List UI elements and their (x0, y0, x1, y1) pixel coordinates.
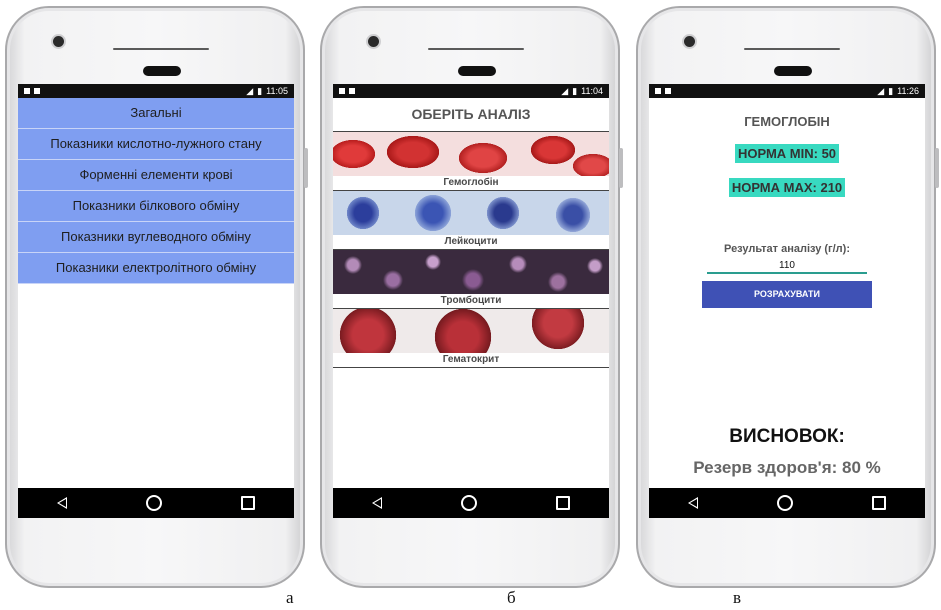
tile-caption: Лейкоцити (333, 235, 609, 250)
caption-a: а (286, 588, 294, 607)
conclusion-heading: ВИСНОВОК: (729, 426, 845, 447)
status-bar: ◢ ▮ 11:04 (333, 84, 609, 98)
recent-apps-icon[interactable] (871, 496, 886, 510)
status-time: 11:05 (266, 86, 288, 96)
earpiece-line (113, 48, 209, 50)
notification-icon (339, 88, 345, 94)
page-title: ОБЕРІТЬ АНАЛІЗ (411, 106, 531, 122)
speaker-grille (143, 66, 181, 76)
recent-apps-icon[interactable] (555, 496, 570, 510)
result-input[interactable]: 110 (707, 260, 867, 274)
status-time: 11:26 (897, 86, 919, 96)
screen-c: ◢ ▮ 11:26 ГЕМОГЛОБІН НОРМА MIN: 50 НОРМА M… (649, 84, 925, 518)
tile-caption: Тромбоцити (333, 294, 609, 309)
calculate-button[interactable]: РОЗРАХУВАТИ (702, 281, 872, 308)
tile-caption: Гемоглобін (333, 176, 609, 191)
caption-c: в (733, 588, 742, 607)
signal-icon: ◢ (877, 85, 885, 96)
front-camera (368, 36, 379, 47)
back-icon[interactable] (57, 497, 68, 509)
menu-item-general[interactable]: Загальні (18, 98, 294, 129)
screen-a: ◢ ▮ 11:05 Загальні Показники кислотно-лужн… (18, 84, 294, 518)
speaker-grille (458, 66, 496, 76)
front-camera (684, 36, 695, 47)
speaker-grille (774, 66, 812, 76)
earpiece-line (428, 48, 524, 50)
page-title: ГЕМОГЛОБІН (744, 114, 830, 129)
hematocrit-image (333, 309, 609, 353)
home-icon[interactable] (776, 495, 793, 511)
menu-item-blood-cells[interactable]: Форменні елементи крові (18, 160, 294, 191)
notification-icon (34, 88, 40, 94)
recent-apps-icon[interactable] (240, 496, 255, 510)
phone-b: ◢ ▮ 11:04 ОБЕРІТЬ АНАЛІЗ Гемоглобін Лейкоц… (320, 6, 623, 588)
nav-bar (333, 488, 609, 518)
norm-min-badge: НОРМА MIN: 50 (734, 144, 840, 163)
signal-icon: ◢ (246, 85, 254, 96)
tile-leukocytes[interactable]: Лейкоцити (333, 190, 609, 250)
phone-side-button (304, 148, 308, 188)
notification-icon (349, 88, 355, 94)
phone-a: ◢ ▮ 11:05 Загальні Показники кислотно-лужн… (5, 6, 308, 588)
menu-item-protein[interactable]: Показники білкового обміну (18, 191, 294, 222)
tile-caption: Гематокрит (333, 353, 609, 368)
caption-b: б (507, 588, 516, 607)
status-bar: ◢ ▮ 11:26 (649, 84, 925, 98)
hemoglobin-image (333, 132, 609, 176)
menu-item-carbohydrate[interactable]: Показники вуглеводного обміну (18, 222, 294, 253)
front-camera (53, 36, 64, 47)
status-bar: ◢ ▮ 11:05 (18, 84, 294, 98)
battery-icon: ▮ (257, 85, 263, 96)
nav-bar (18, 488, 294, 518)
tile-hematocrit[interactable]: Гематокрит (333, 308, 609, 368)
status-time: 11:04 (581, 86, 603, 96)
conclusion-result: Резерв здоров'я: 80 % (693, 458, 881, 477)
result-input-label: Результат аналізу (г/л): (724, 243, 850, 255)
signal-icon: ◢ (561, 85, 569, 96)
notification-icon (665, 88, 671, 94)
phone-side-button (935, 148, 939, 188)
leukocytes-image (333, 191, 609, 235)
back-icon[interactable] (372, 497, 383, 509)
notification-icon (655, 88, 661, 94)
menu-item-electrolyte[interactable]: Показники електролітного обміну (18, 253, 294, 284)
earpiece-line (744, 48, 840, 50)
battery-icon: ▮ (572, 85, 578, 96)
home-icon[interactable] (145, 495, 162, 511)
platelets-image (333, 250, 609, 294)
phone-side-button (619, 148, 623, 188)
category-menu: Загальні Показники кислотно-лужного стан… (18, 98, 294, 284)
back-icon[interactable] (688, 497, 699, 509)
notification-icon (24, 88, 30, 94)
phone-c: ◢ ▮ 11:26 ГЕМОГЛОБІН НОРМА MIN: 50 НОРМА M… (636, 6, 939, 588)
nav-bar (649, 488, 925, 518)
tile-hemoglobin[interactable]: Гемоглобін (333, 131, 609, 191)
menu-item-acid-base[interactable]: Показники кислотно-лужного стану (18, 129, 294, 160)
screen-b: ◢ ▮ 11:04 ОБЕРІТЬ АНАЛІЗ Гемоглобін Лейкоц… (333, 84, 609, 518)
tile-platelets[interactable]: Тромбоцити (333, 249, 609, 309)
home-icon[interactable] (460, 495, 477, 511)
battery-icon: ▮ (888, 85, 894, 96)
norm-max-badge: НОРМА MAX: 210 (728, 178, 846, 197)
